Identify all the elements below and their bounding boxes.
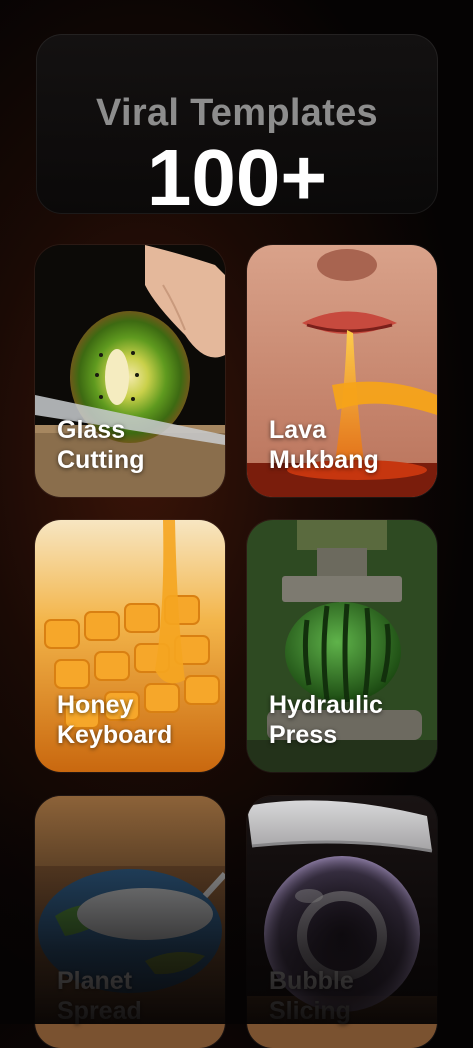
template-label: Honey Keyboard — [57, 691, 173, 749]
hero-count: 100+ — [146, 133, 328, 222]
template-label: Hydraulic Press — [269, 691, 383, 749]
template-label: Lava Mukbang — [269, 416, 379, 474]
template-card-bubble-slicing[interactable]: Bubble Slicing — [247, 796, 437, 1048]
hero-subtitle: Viral Templates — [96, 92, 378, 134]
template-label: Planet Spread — [57, 967, 142, 1025]
template-card-glass-cutting[interactable]: Glass Cutting — [35, 245, 225, 497]
template-card-planet-spread[interactable]: Planet Spread — [35, 796, 225, 1048]
template-card-hydraulic-press[interactable]: Hydraulic Press — [247, 520, 437, 772]
template-label: Bubble Slicing — [269, 967, 354, 1025]
template-card-lava-mukbang[interactable]: Lava Mukbang — [247, 245, 437, 497]
hero-banner: Viral Templates 100+ — [36, 34, 438, 218]
template-label: Glass Cutting — [57, 416, 145, 474]
template-card-honey-keyboard[interactable]: Honey Keyboard — [35, 520, 225, 772]
